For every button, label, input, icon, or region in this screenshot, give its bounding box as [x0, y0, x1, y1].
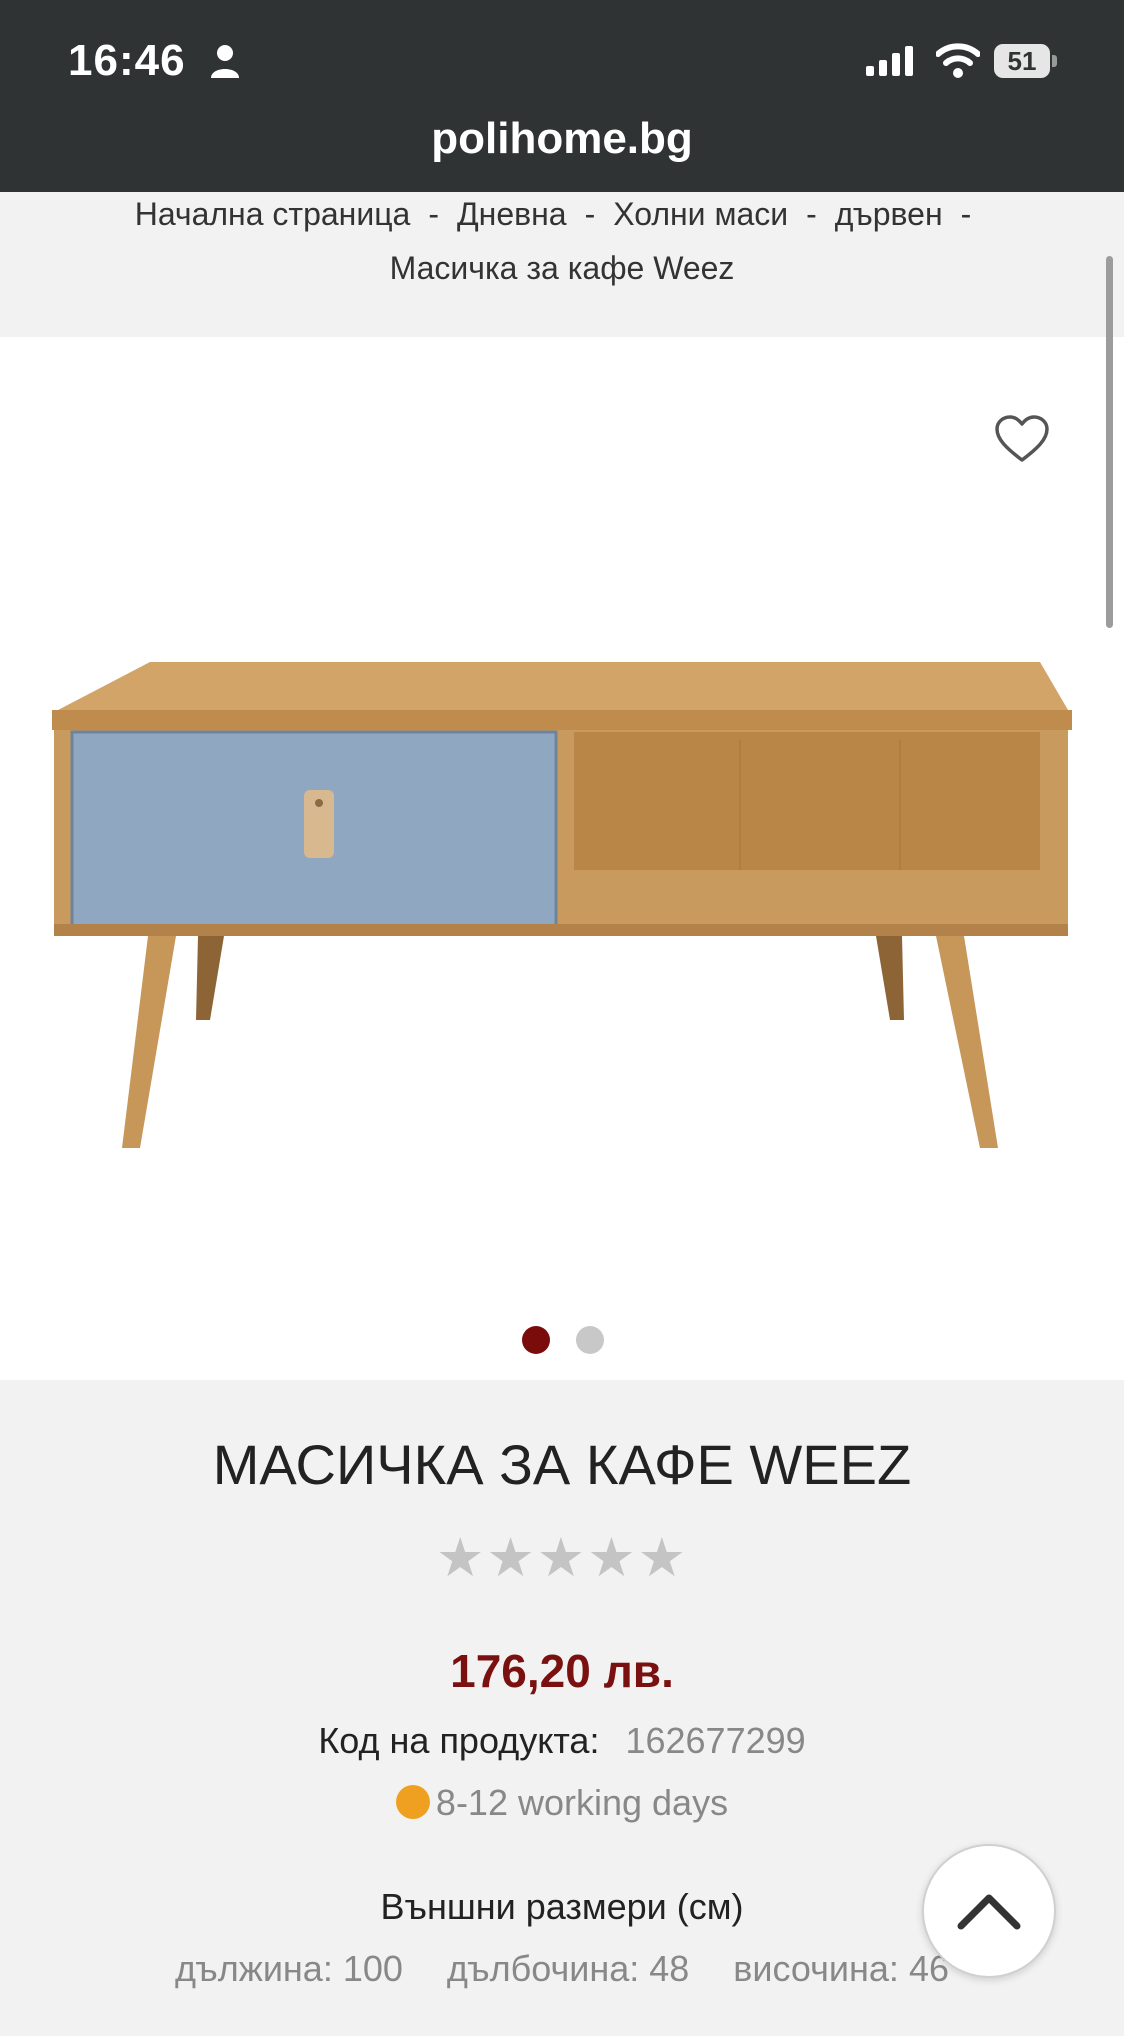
product-image [52, 662, 1072, 1148]
breadcrumb-current: Масичка за кафе Weez [389, 250, 735, 286]
person-icon [211, 45, 239, 78]
dimension-length: дължина: 100 [175, 1948, 403, 1989]
battery-level: 51 [994, 44, 1050, 78]
chevron-up-icon [957, 1894, 1021, 1930]
delivery-time: 8-12 working days [435, 1782, 729, 1823]
battery-icon: 51 [994, 44, 1058, 78]
wifi-icon [936, 43, 980, 78]
product-title: МАСИЧКА ЗА КАФЕ WEEZ [212, 1433, 912, 1496]
breadcrumb-line: Масичка за кафе Weez [0, 250, 1124, 287]
product-code-row: Код на продукта: 162677299 [0, 1720, 1124, 1762]
breadcrumb-separator: - [960, 196, 972, 232]
breadcrumb-separator: - [806, 196, 817, 232]
breadcrumb-separator: - [428, 196, 439, 232]
cellular-signal-icon [866, 46, 913, 76]
status-time: 16:46 [68, 36, 186, 85]
address-bar-url[interactable]: polihome.bg [0, 114, 1124, 164]
breadcrumb-living-room[interactable]: Дневна [457, 196, 567, 232]
breadcrumb-line: Начална страница - Дневна - Холни маси - дърве… [0, 196, 1124, 233]
dimension-height: височина: 46 [733, 1948, 949, 1989]
product-code-label: Код на продукта: [318, 1720, 600, 1761]
heart-icon[interactable] [994, 414, 1050, 464]
product-code-value: 162677299 [625, 1720, 806, 1761]
breadcrumb-wooden[interactable]: дървен [835, 196, 943, 232]
rating-stars-icon[interactable]: ★★★★★ [0, 1526, 1124, 1589]
product-price: 176,20 лв. [450, 1645, 674, 1697]
scroll-to-top-button[interactable] [922, 1844, 1056, 1978]
breadcrumb-separator: - [584, 196, 596, 232]
gallery-dot[interactable] [576, 1326, 604, 1354]
dimension-depth: дълбочина: 48 [446, 1948, 690, 1989]
breadcrumb-home[interactable]: Начална страница [135, 196, 411, 232]
page-scrollbar[interactable] [1106, 256, 1113, 628]
gallery-dot-active[interactable] [522, 1326, 550, 1354]
delivery-status-icon [395, 1785, 430, 1819]
delivery-row: 8-12 working days [0, 1782, 1124, 1824]
browser-header: 16:46 51 polihome.bg [0, 0, 1124, 192]
breadcrumb-coffee-tables[interactable]: Холни маси [613, 196, 788, 232]
